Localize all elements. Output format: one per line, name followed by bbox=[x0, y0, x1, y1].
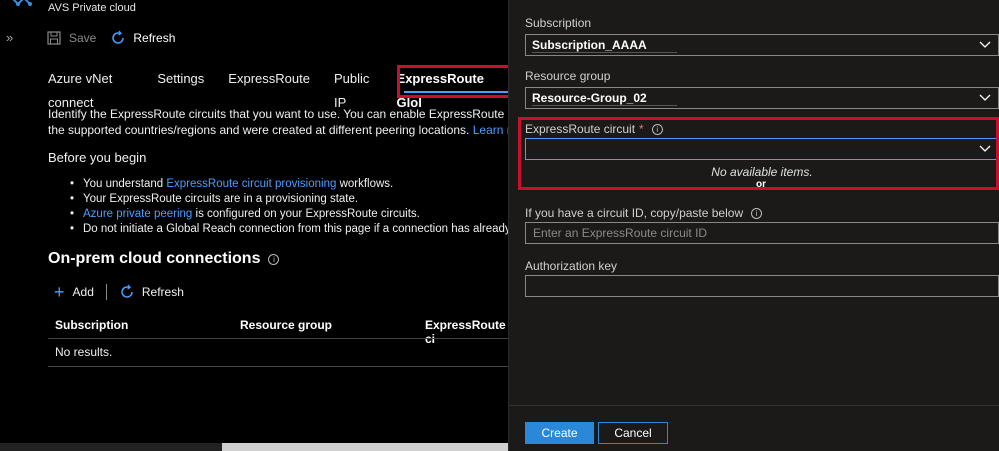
plus-icon: + bbox=[54, 282, 65, 302]
learn-more-link[interactable]: Learn more bbox=[473, 123, 508, 137]
info-icon[interactable]: i bbox=[268, 253, 280, 265]
subscription-select[interactable]: Subscription_AAAA bbox=[525, 34, 999, 56]
divider bbox=[48, 338, 508, 339]
refresh-label: Refresh bbox=[133, 31, 176, 45]
tab-public-ip[interactable]: Public IP bbox=[334, 67, 373, 110]
main-blade: AVS Private cloud » Save Refresh Azure v… bbox=[0, 0, 508, 451]
column-subscription[interactable]: Subscription bbox=[55, 318, 128, 332]
auth-key-label: Authorization key bbox=[525, 259, 618, 273]
create-button[interactable]: Create bbox=[525, 422, 594, 444]
table-header: Subscription Resource group ExpressRoute… bbox=[48, 316, 508, 346]
cancel-button[interactable]: Cancel bbox=[598, 422, 668, 444]
subscription-label: Subscription bbox=[525, 16, 592, 30]
chevron-down-icon bbox=[979, 38, 991, 50]
resource-group-label: Resource group bbox=[525, 69, 611, 83]
connections-refresh-button[interactable]: Refresh bbox=[119, 284, 184, 300]
avs-logo-icon bbox=[10, 0, 36, 10]
resource-group-value: Resource-Group_02 bbox=[532, 91, 677, 106]
list-item: Azure private peering is configured on y… bbox=[70, 207, 508, 222]
tab-highlight-box bbox=[397, 65, 508, 98]
list-item: Your ExpressRoute circuits are in a prov… bbox=[70, 192, 508, 207]
page-title: AVS Private cloud bbox=[48, 2, 136, 14]
intro-line-2-text: the supported countries/regions and were… bbox=[48, 123, 470, 137]
divider bbox=[509, 405, 999, 406]
subscription-value: Subscription_AAAA bbox=[532, 38, 677, 53]
before-you-begin-heading: Before you begin bbox=[48, 150, 147, 165]
circuit-id-label-text: If you have a circuit ID, copy/paste bel… bbox=[525, 206, 744, 220]
connections-command-bar: + Add Refresh bbox=[54, 282, 184, 302]
onprem-connections-heading: On-prem cloud connections i bbox=[48, 250, 280, 268]
info-icon[interactable]: i bbox=[751, 207, 763, 219]
title-bar: AVS Private cloud bbox=[0, 0, 508, 18]
separator bbox=[105, 284, 107, 300]
tab-expressroute[interactable]: ExpressRoute bbox=[228, 67, 310, 91]
column-resource-group[interactable]: Resource group bbox=[240, 318, 332, 332]
refresh-icon bbox=[119, 284, 135, 300]
add-connection-panel: Subscription Subscription_AAAA Resource … bbox=[508, 0, 999, 451]
circuit-provisioning-link[interactable]: ExpressRoute circuit provisioning bbox=[166, 178, 336, 190]
expand-menu-icon[interactable]: » bbox=[6, 30, 13, 45]
prerequisites-list: You understand ExpressRoute circuit prov… bbox=[70, 177, 508, 237]
refresh-label: Refresh bbox=[141, 285, 184, 299]
save-icon bbox=[46, 30, 62, 46]
list-item: Do not initiate a Global Reach connectio… bbox=[70, 222, 508, 237]
intro-text: Identify the ExpressRoute circuits that … bbox=[48, 106, 508, 138]
circuit-id-field[interactable] bbox=[525, 222, 999, 244]
refresh-button[interactable]: Refresh bbox=[110, 30, 175, 46]
save-button[interactable]: Save bbox=[46, 30, 96, 46]
active-tab-indicator bbox=[404, 91, 508, 93]
chevron-down-icon bbox=[979, 91, 991, 103]
list-item: You understand ExpressRoute circuit prov… bbox=[70, 177, 508, 192]
bullet-1-post: workflows. bbox=[336, 178, 394, 190]
command-bar: Save Refresh bbox=[46, 28, 189, 48]
bullet-3-post: is configured on your ExpressRoute circu… bbox=[192, 208, 420, 220]
add-label: Add bbox=[72, 285, 94, 299]
refresh-icon bbox=[110, 30, 126, 46]
auth-key-field[interactable] bbox=[525, 275, 999, 297]
bullet-1-pre: You understand bbox=[83, 178, 167, 190]
scrollbar-thumb[interactable] bbox=[222, 443, 508, 451]
auth-key-input[interactable] bbox=[526, 276, 998, 296]
divider bbox=[48, 366, 508, 367]
private-peering-link[interactable]: Azure private peering bbox=[83, 208, 192, 220]
intro-line-1: Identify the ExpressRoute circuits that … bbox=[48, 107, 508, 121]
resource-group-select[interactable]: Resource-Group_02 bbox=[525, 87, 999, 109]
onprem-title-text: On-prem cloud connections bbox=[48, 250, 261, 267]
save-label: Save bbox=[69, 31, 97, 45]
circuit-id-input[interactable] bbox=[526, 223, 998, 243]
add-button[interactable]: + Add bbox=[54, 282, 94, 302]
tab-settings[interactable]: Settings bbox=[157, 67, 204, 91]
intro-line-2: the supported countries/regions and were… bbox=[48, 122, 508, 138]
circuit-id-label: If you have a circuit ID, copy/paste bel… bbox=[525, 206, 763, 220]
column-expressroute-circuit[interactable]: ExpressRoute ci bbox=[425, 318, 508, 346]
empty-state: No results. bbox=[55, 345, 113, 359]
tab-azure-vnet-connect[interactable]: Azure vNet connect bbox=[48, 67, 133, 110]
circuit-highlight-box bbox=[518, 117, 999, 190]
